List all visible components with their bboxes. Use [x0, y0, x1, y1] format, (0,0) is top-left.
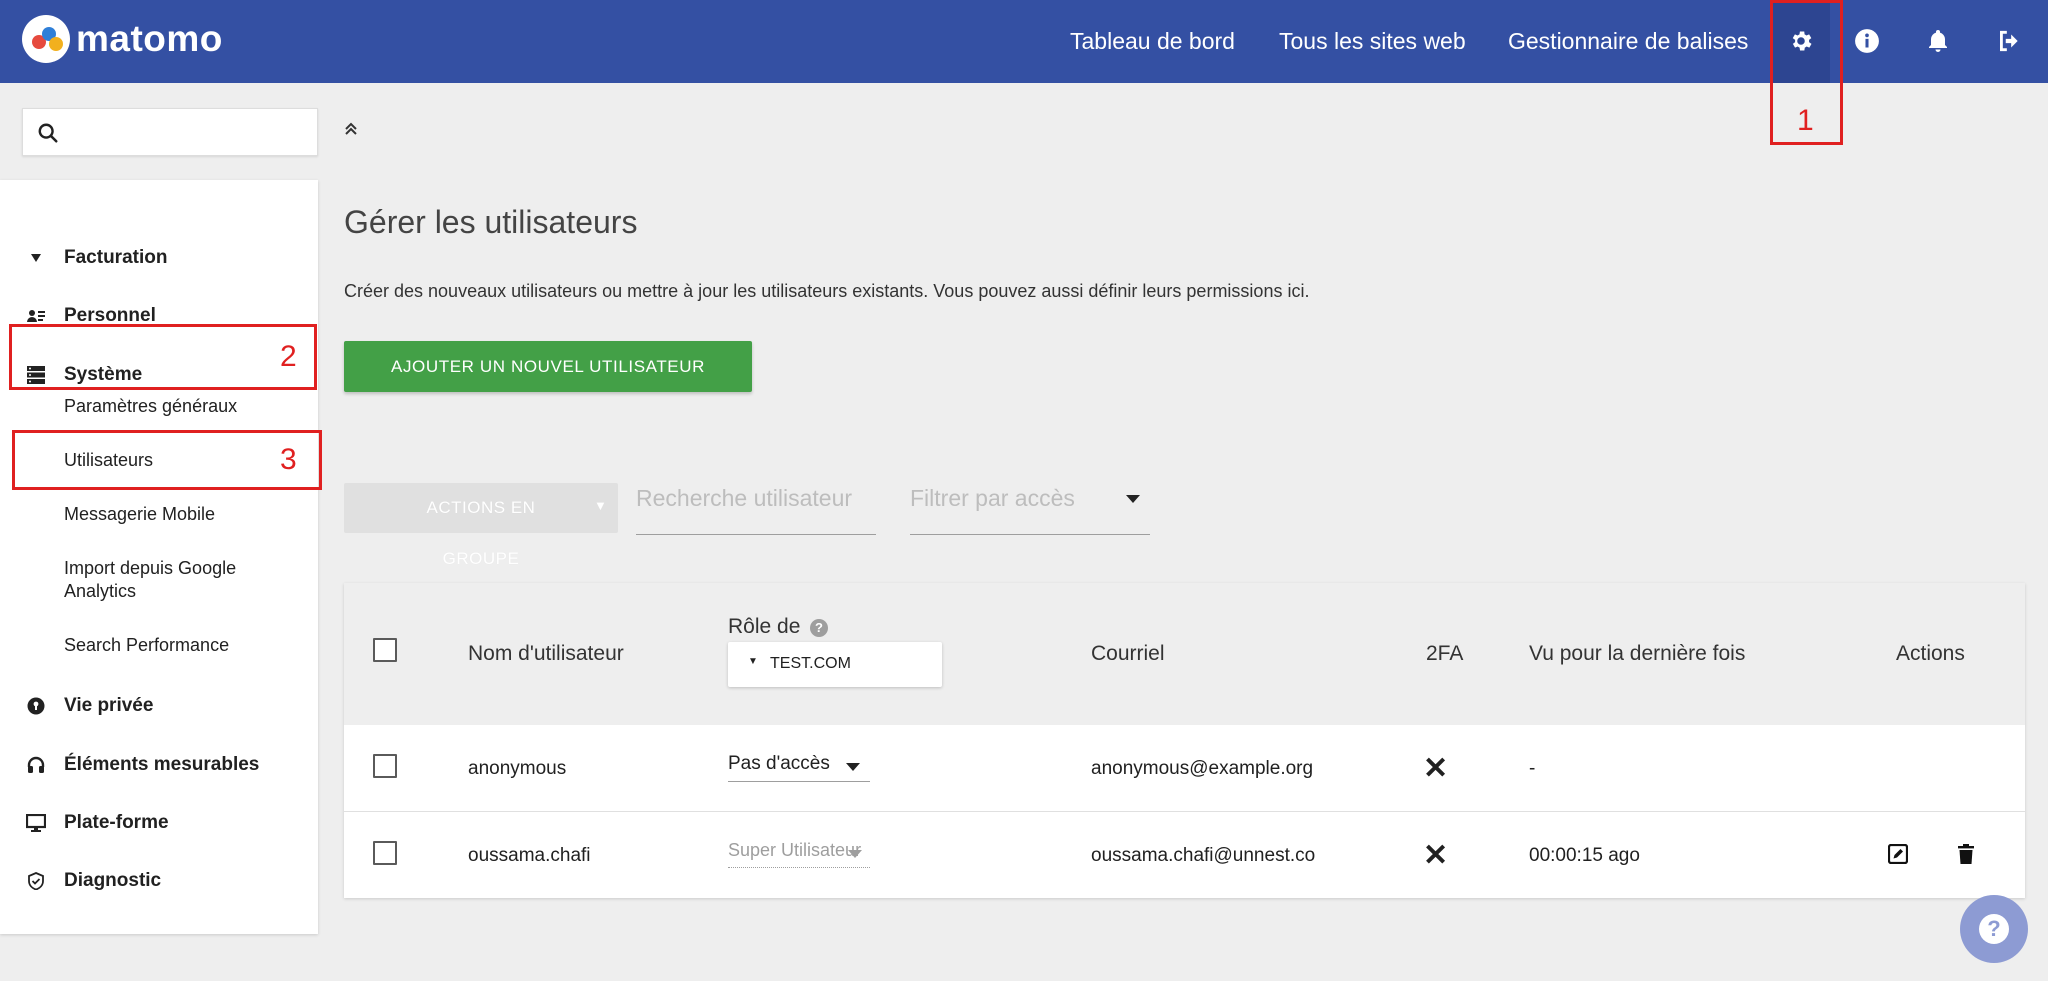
- chevron-down-icon: [1126, 495, 1140, 503]
- chevron-down-icon: [848, 850, 862, 858]
- sidebar-search[interactable]: [22, 108, 318, 156]
- table-header: Nom d'utilisateur Rôle de ? ▼ TEST.COM C…: [344, 583, 2025, 725]
- sidebar-search-input[interactable]: [71, 115, 307, 151]
- bell-icon[interactable]: [1918, 21, 1958, 61]
- header-2fa: 2FA: [1426, 642, 1464, 665]
- matomo-logo-icon: [22, 15, 70, 63]
- page-description: Créer des nouveaux utilisateurs ou mettr…: [344, 281, 1310, 301]
- header-username[interactable]: Nom d'utilisateur: [468, 642, 624, 666]
- nav-tag-manager-label: Gestionnaire de balises: [1508, 28, 1749, 54]
- table-row: anonymous Pas d'accès anonymous@example.…: [344, 725, 2025, 812]
- access-filter-placeholder: Filtrer par accès: [910, 485, 1075, 511]
- sidebar-item-parametres-generaux[interactable]: Paramètres généraux: [64, 395, 304, 418]
- row-role-value: Pas d'accès: [728, 753, 830, 774]
- select-all-checkbox[interactable]: [373, 638, 397, 662]
- annotation-number-2: 2: [280, 340, 297, 373]
- shield-check-icon: [26, 871, 46, 891]
- access-filter-select[interactable]: Filtrer par accès: [910, 485, 1150, 535]
- sidebar-category-label: Éléments mesurables: [64, 754, 260, 775]
- row-role-select[interactable]: Pas d'accès: [728, 750, 870, 782]
- annotation-number-1: 1: [1797, 104, 1814, 137]
- user-card-icon: [26, 306, 46, 326]
- triangle-down-icon: ▼: [748, 656, 758, 667]
- sidebar-category-vie-privee[interactable]: Vie privée: [0, 686, 318, 726]
- privacy-icon: [26, 696, 46, 716]
- search-icon: [38, 123, 58, 143]
- nav-tag-manager[interactable]: Gestionnaire de balises: [1508, 0, 1748, 83]
- top-header: matomo Tableau de bord Tous les sites we…: [0, 0, 2048, 83]
- sidebar-category-diagnostic[interactable]: Diagnostic: [0, 861, 318, 901]
- admin-sidebar: Facturation Personnel Système Paramètres…: [0, 180, 318, 934]
- page-title: Gérer les utilisateurs: [344, 204, 638, 240]
- help-icon: ?: [1979, 914, 2009, 944]
- sidebar-item-search-performance[interactable]: Search Performance: [64, 634, 304, 657]
- help-icon[interactable]: ?: [810, 619, 828, 637]
- row-username: oussama.chafi: [468, 845, 591, 866]
- headset-icon: [26, 755, 46, 775]
- header-email[interactable]: Courriel: [1091, 642, 1165, 666]
- add-new-user-button[interactable]: AJOUTER UN NOUVEL UTILISATEUR: [344, 341, 752, 392]
- user-search-placeholder: Recherche utilisateur: [636, 485, 853, 511]
- annotation-number-3: 3: [280, 443, 297, 476]
- row-last-seen: 00:00:15 ago: [1529, 845, 1640, 866]
- collapse-menu-icon[interactable]: [342, 120, 360, 143]
- row-checkbox[interactable]: [373, 841, 397, 865]
- nav-dashboard[interactable]: Tableau de bord: [1070, 0, 1235, 83]
- header-role: Rôle de: [728, 615, 801, 638]
- table-row: oussama.chafi Super Utilisateur oussama.…: [344, 812, 2025, 898]
- logout-icon[interactable]: [1989, 21, 2029, 61]
- edit-icon[interactable]: [1887, 843, 1909, 869]
- sidebar-category-label: Diagnostic: [64, 870, 162, 891]
- sidebar-item-import-google-analytics[interactable]: Import depuis Google Analytics: [64, 557, 274, 603]
- user-search-field[interactable]: Recherche utilisateur: [636, 485, 876, 535]
- bulk-actions-label-line1: ACTIONS EN: [426, 498, 536, 517]
- row-checkbox[interactable]: [373, 754, 397, 778]
- sidebar-category-facturation[interactable]: Facturation: [0, 238, 318, 278]
- nav-all-websites-label: Tous les sites web: [1279, 28, 1466, 54]
- row-2fa-disabled-icon: ✕: [1423, 839, 1449, 872]
- annotation-box-3: [12, 430, 322, 490]
- bulk-actions-label-line2: GROUPE: [442, 549, 520, 568]
- site-selector[interactable]: ▼ TEST.COM: [728, 642, 942, 687]
- info-icon[interactable]: [1847, 21, 1887, 61]
- bulk-actions-caret-icon: ▼: [594, 498, 607, 513]
- sidebar-item-messagerie-mobile[interactable]: Messagerie Mobile: [64, 503, 304, 526]
- site-selector-label: TEST.COM: [770, 655, 851, 672]
- row-last-seen: -: [1529, 758, 1536, 779]
- sidebar-category-label: Facturation: [64, 247, 168, 268]
- row-email: anonymous@example.org: [1091, 758, 1314, 779]
- header-last-seen[interactable]: Vu pour la dernière fois: [1529, 642, 1745, 666]
- row-email: oussama.chafi@unnest.co: [1091, 845, 1316, 866]
- nav-all-websites[interactable]: Tous les sites web: [1279, 0, 1466, 83]
- row-role-value: Super Utilisateur: [728, 840, 862, 860]
- sidebar-category-plate-forme[interactable]: Plate-forme: [0, 803, 318, 843]
- matomo-logo[interactable]: matomo: [22, 15, 223, 63]
- sidebar-category-label: Plate-forme: [64, 812, 169, 833]
- users-table: Nom d'utilisateur Rôle de ? ▼ TEST.COM C…: [344, 583, 2025, 898]
- monitor-icon: [26, 813, 46, 833]
- sidebar-category-elements-mesurables[interactable]: Éléments mesurables: [0, 745, 318, 785]
- row-2fa-disabled-icon: ✕: [1423, 752, 1449, 785]
- triangle-down-icon: [26, 248, 46, 268]
- sidebar-category-label: Vie privée: [64, 695, 154, 716]
- annotation-box-2: [9, 324, 317, 390]
- row-role-select: Super Utilisateur: [728, 836, 870, 868]
- logo-text: matomo: [76, 18, 223, 59]
- trash-icon[interactable]: [1958, 844, 1974, 869]
- chevron-down-icon: [846, 763, 860, 771]
- help-button[interactable]: ?: [1960, 895, 2028, 963]
- header-actions: Actions: [1896, 642, 1965, 665]
- nav-dashboard-label: Tableau de bord: [1070, 28, 1235, 54]
- row-username: anonymous: [468, 758, 567, 779]
